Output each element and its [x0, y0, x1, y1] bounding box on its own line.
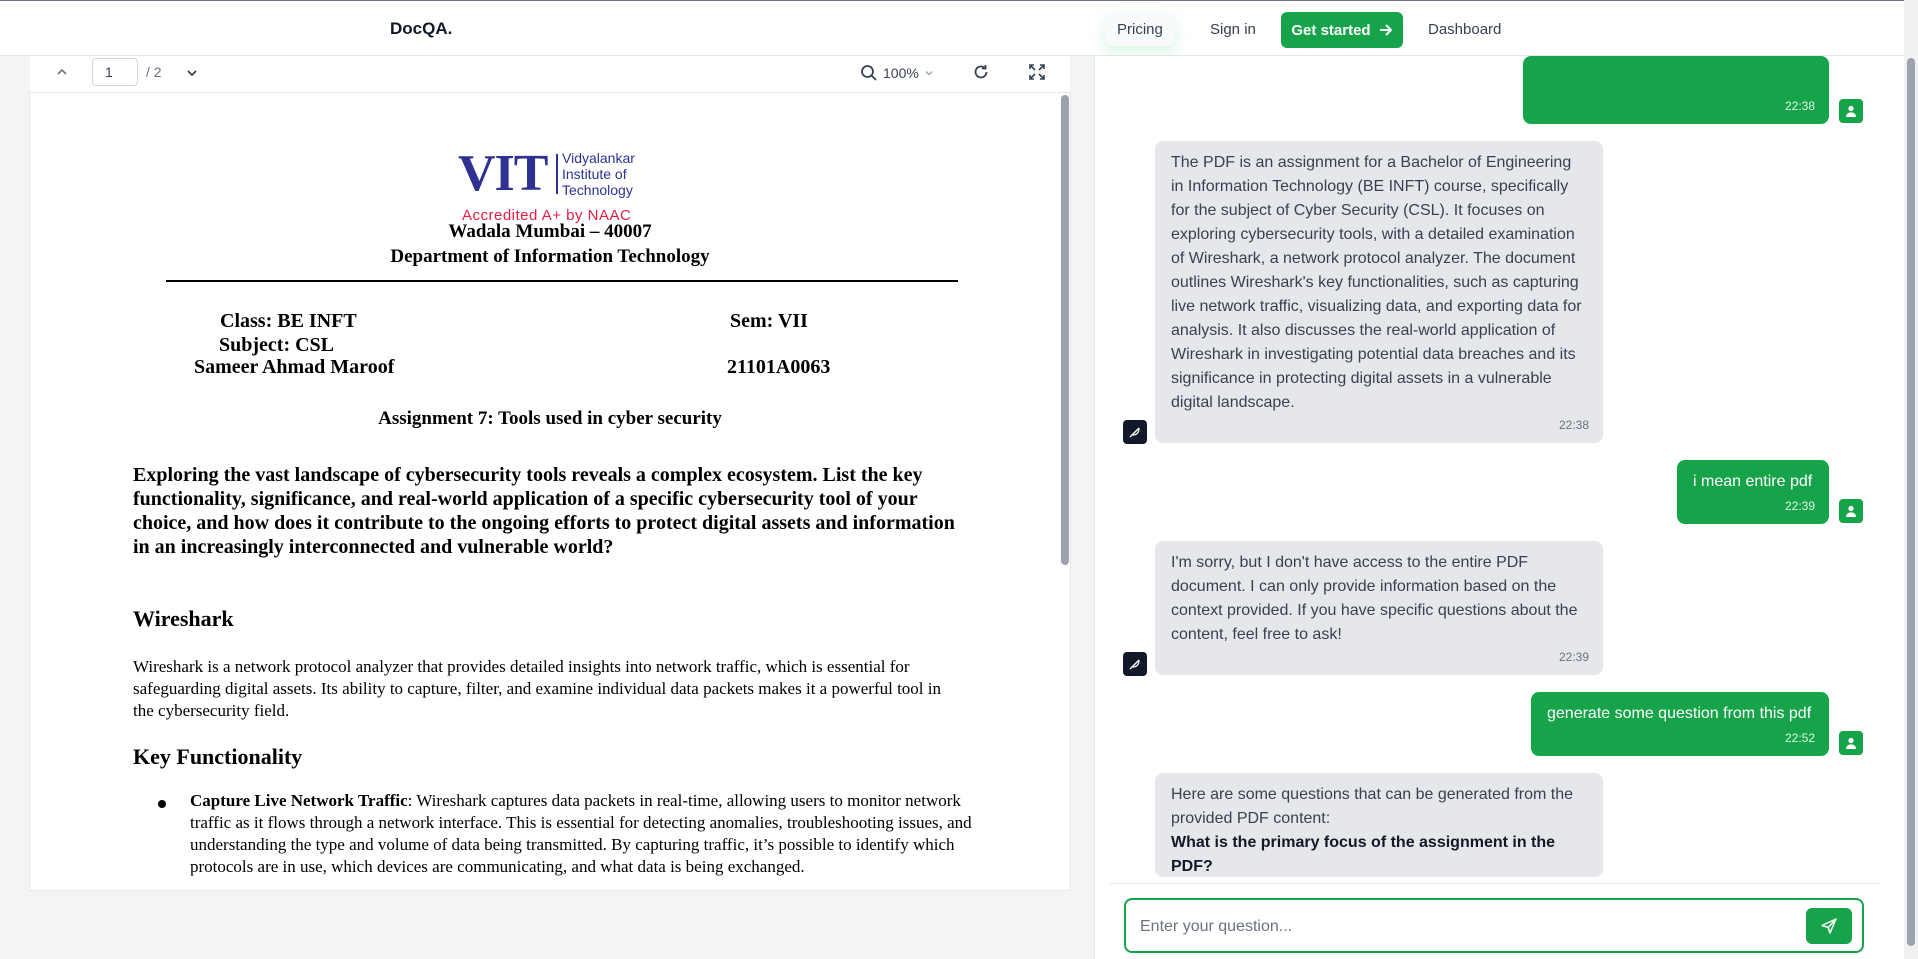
chevron-down-icon[interactable] — [184, 65, 200, 81]
logo-institute-name: Vidyalankar Institute of Technology — [562, 150, 635, 198]
user-icon — [1846, 505, 1856, 517]
bullet-title: Capture Live Network Traffic — [190, 791, 408, 810]
bullet-dot — [158, 800, 166, 808]
pdf-paragraph-wireshark: Wireshark is a network protocol analyzer… — [133, 657, 941, 720]
pdf-roll-number: 21101A0063 — [727, 356, 831, 378]
message-bold-text: What is the primary focus of the assignm… — [1171, 834, 1556, 875]
nav-dashboard-link[interactable]: Dashboard — [1416, 13, 1513, 46]
pdf-page: VIT Vidyalankar Institute of Technology … — [30, 93, 1070, 890]
user-avatar — [1839, 99, 1863, 123]
message-text: Here are some questions that can be gene… — [1171, 786, 1574, 827]
message-time: 22:39 — [1558, 650, 1589, 664]
message-text: i mean entire pdf — [1693, 473, 1813, 490]
message-text: generate some question from this pdf — [1547, 705, 1812, 722]
vit-logo: VIT Vidyalankar Institute of Technology … — [458, 145, 658, 225]
pdf-scrollbar[interactable] — [1061, 95, 1069, 565]
bot-message: I'm sorry, but I don't have access to th… — [1155, 541, 1603, 675]
pdf-question: Exploring the vast landscape of cybersec… — [133, 464, 955, 558]
arrow-right-icon — [1379, 24, 1393, 36]
message-time: 22:38 — [1784, 99, 1815, 113]
bot-avatar — [1123, 420, 1147, 444]
send-button[interactable] — [1806, 908, 1852, 944]
page-number-input[interactable]: 1 — [92, 58, 138, 86]
user-avatar — [1839, 731, 1863, 755]
get-started-button[interactable]: Get started — [1281, 12, 1403, 48]
question-input[interactable] — [1138, 910, 1782, 944]
chevron-down-icon[interactable] — [923, 67, 935, 79]
fullscreen-icon[interactable] — [1028, 63, 1046, 81]
brand-logo[interactable]: DocQA. — [390, 19, 452, 39]
user-message: i mean entire pdf 22:39 — [1677, 460, 1829, 524]
chat-divider — [1110, 883, 1880, 884]
bot-message: The PDF is an assignment for a Bachelor … — [1155, 141, 1603, 443]
rotate-icon[interactable] — [972, 63, 990, 81]
logo-name-line: Technology — [562, 182, 633, 198]
bot-message: Here are some questions that can be gene… — [1155, 773, 1603, 877]
message-time: 22:39 — [1784, 499, 1815, 513]
bot-avatar — [1123, 652, 1147, 676]
user-message: 22:38 — [1523, 56, 1829, 124]
nav-sign-in-link[interactable]: Sign in — [1198, 13, 1268, 46]
page-total: / 2 — [146, 64, 162, 80]
question-input-box — [1124, 898, 1864, 953]
logo-vit-text: VIT — [458, 145, 548, 202]
user-avatar — [1839, 499, 1863, 523]
page-scrollbar-thumb[interactable] — [1907, 58, 1915, 946]
pdf-department: Department of Information Technology — [390, 246, 710, 267]
chevron-up-icon[interactable] — [54, 64, 70, 80]
logo-divider — [556, 154, 558, 194]
user-icon — [1846, 737, 1856, 749]
nav-pricing-link[interactable]: Pricing — [1105, 13, 1175, 46]
top-navbar: DocQA. Pricing Sign in Get started Dashb… — [0, 0, 1904, 56]
logo-name-line: Vidyalankar — [562, 150, 635, 166]
pdf-sem: Sem: VII — [730, 310, 808, 332]
message-time: 22:38 — [1558, 418, 1589, 432]
pdf-subject: Subject: CSL — [219, 334, 335, 356]
feather-icon — [1129, 427, 1140, 438]
search-icon[interactable] — [860, 64, 878, 82]
get-started-label: Get started — [1291, 21, 1371, 39]
logo-name-line: Institute of — [562, 166, 627, 182]
pdf-divider — [166, 280, 958, 282]
user-message: generate some question from this pdf 22:… — [1531, 692, 1829, 756]
pdf-toolbar: 1 / 2 100% — [30, 56, 1070, 93]
pdf-heading-key-functionality: Key Functionality — [133, 744, 303, 769]
pdf-bullet-item: Capture Live Network Traffic: Wireshark … — [190, 790, 1000, 878]
pdf-class: Class: BE INFT — [220, 310, 357, 332]
message-text: I'm sorry, but I don't have access to th… — [1171, 554, 1578, 643]
pdf-address: Wadala Mumbai – 40007 — [448, 221, 652, 242]
feather-icon — [1129, 659, 1140, 670]
pdf-heading-wireshark: Wireshark — [133, 606, 234, 631]
send-icon — [1821, 918, 1837, 934]
zoom-level[interactable]: 100% — [883, 65, 919, 81]
message-time: 22:52 — [1784, 731, 1815, 745]
message-text: The PDF is an assignment for a Bachelor … — [1171, 154, 1582, 411]
pdf-student-name: Sameer Ahmad Maroof — [194, 356, 395, 378]
pdf-assignment-title: Assignment 7: Tools used in cyber securi… — [378, 408, 722, 429]
user-icon — [1846, 105, 1856, 117]
